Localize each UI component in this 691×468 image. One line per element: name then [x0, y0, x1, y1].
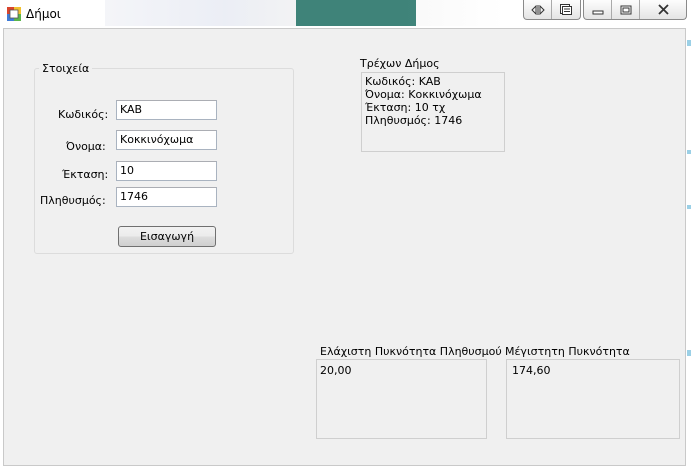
- background-window-edge: [687, 350, 691, 356]
- max-density-value: 174,60: [512, 364, 551, 377]
- minimize-icon[interactable]: [584, 0, 612, 19]
- extra-caption-buttons: [523, 0, 581, 20]
- max-density-panel: 174,60: [506, 359, 680, 439]
- close-icon[interactable]: [640, 0, 686, 19]
- current-municipality-label: Τρέχων Δήμος: [360, 57, 440, 70]
- min-density-panel: 20,00: [316, 359, 487, 439]
- area-input[interactable]: 10: [116, 161, 217, 181]
- title-bar[interactable]: Δήμοι: [0, 0, 691, 28]
- background-window-edge: [687, 150, 691, 154]
- population-label: Πληθυσμός:: [40, 194, 106, 207]
- background-window-edge: [687, 40, 691, 46]
- maximize-icon[interactable]: [612, 0, 640, 19]
- population-input[interactable]: 1746: [116, 187, 217, 207]
- name-label: Όνομα:: [66, 140, 106, 153]
- caption-buttons: [583, 0, 687, 20]
- current-population-line: Πληθυσμός: 1746: [365, 114, 463, 127]
- window-menu-icon[interactable]: [552, 0, 580, 19]
- min-density-label: Ελάχιστη Πυκνότητα Πληθυσμού: [320, 345, 502, 358]
- current-name-line: Όνομα: Κοκκινόχωμα: [365, 88, 482, 101]
- name-input[interactable]: Κοκκινόχωμα: [116, 130, 217, 150]
- area-label: Έκταση:: [62, 168, 109, 181]
- window-title: Δήμοι: [26, 7, 61, 21]
- code-label: Κωδικός:: [58, 108, 109, 121]
- tile-icon[interactable]: [524, 0, 552, 19]
- insert-button[interactable]: Εισαγωγή: [118, 226, 216, 247]
- forms-app-icon: [7, 7, 21, 21]
- form-client-area: Στοιχεία Κωδικός: KAB Όνομα: Κοκκινόχωμα…: [3, 28, 686, 466]
- current-code-line: Κωδικός: KAB: [365, 75, 441, 88]
- background-window-edge: [687, 205, 691, 209]
- current-municipality-panel: Κωδικός: KAB Όνομα: Κοκκινόχωμα Έκταση: …: [361, 72, 505, 152]
- current-area-line: Έκταση: 10 τχ: [365, 101, 446, 114]
- details-groupbox-legend: Στοιχεία: [39, 62, 93, 75]
- min-density-value: 20,00: [320, 364, 352, 377]
- code-input[interactable]: KAB: [116, 100, 217, 120]
- background-window-thumbnail: [296, 0, 416, 26]
